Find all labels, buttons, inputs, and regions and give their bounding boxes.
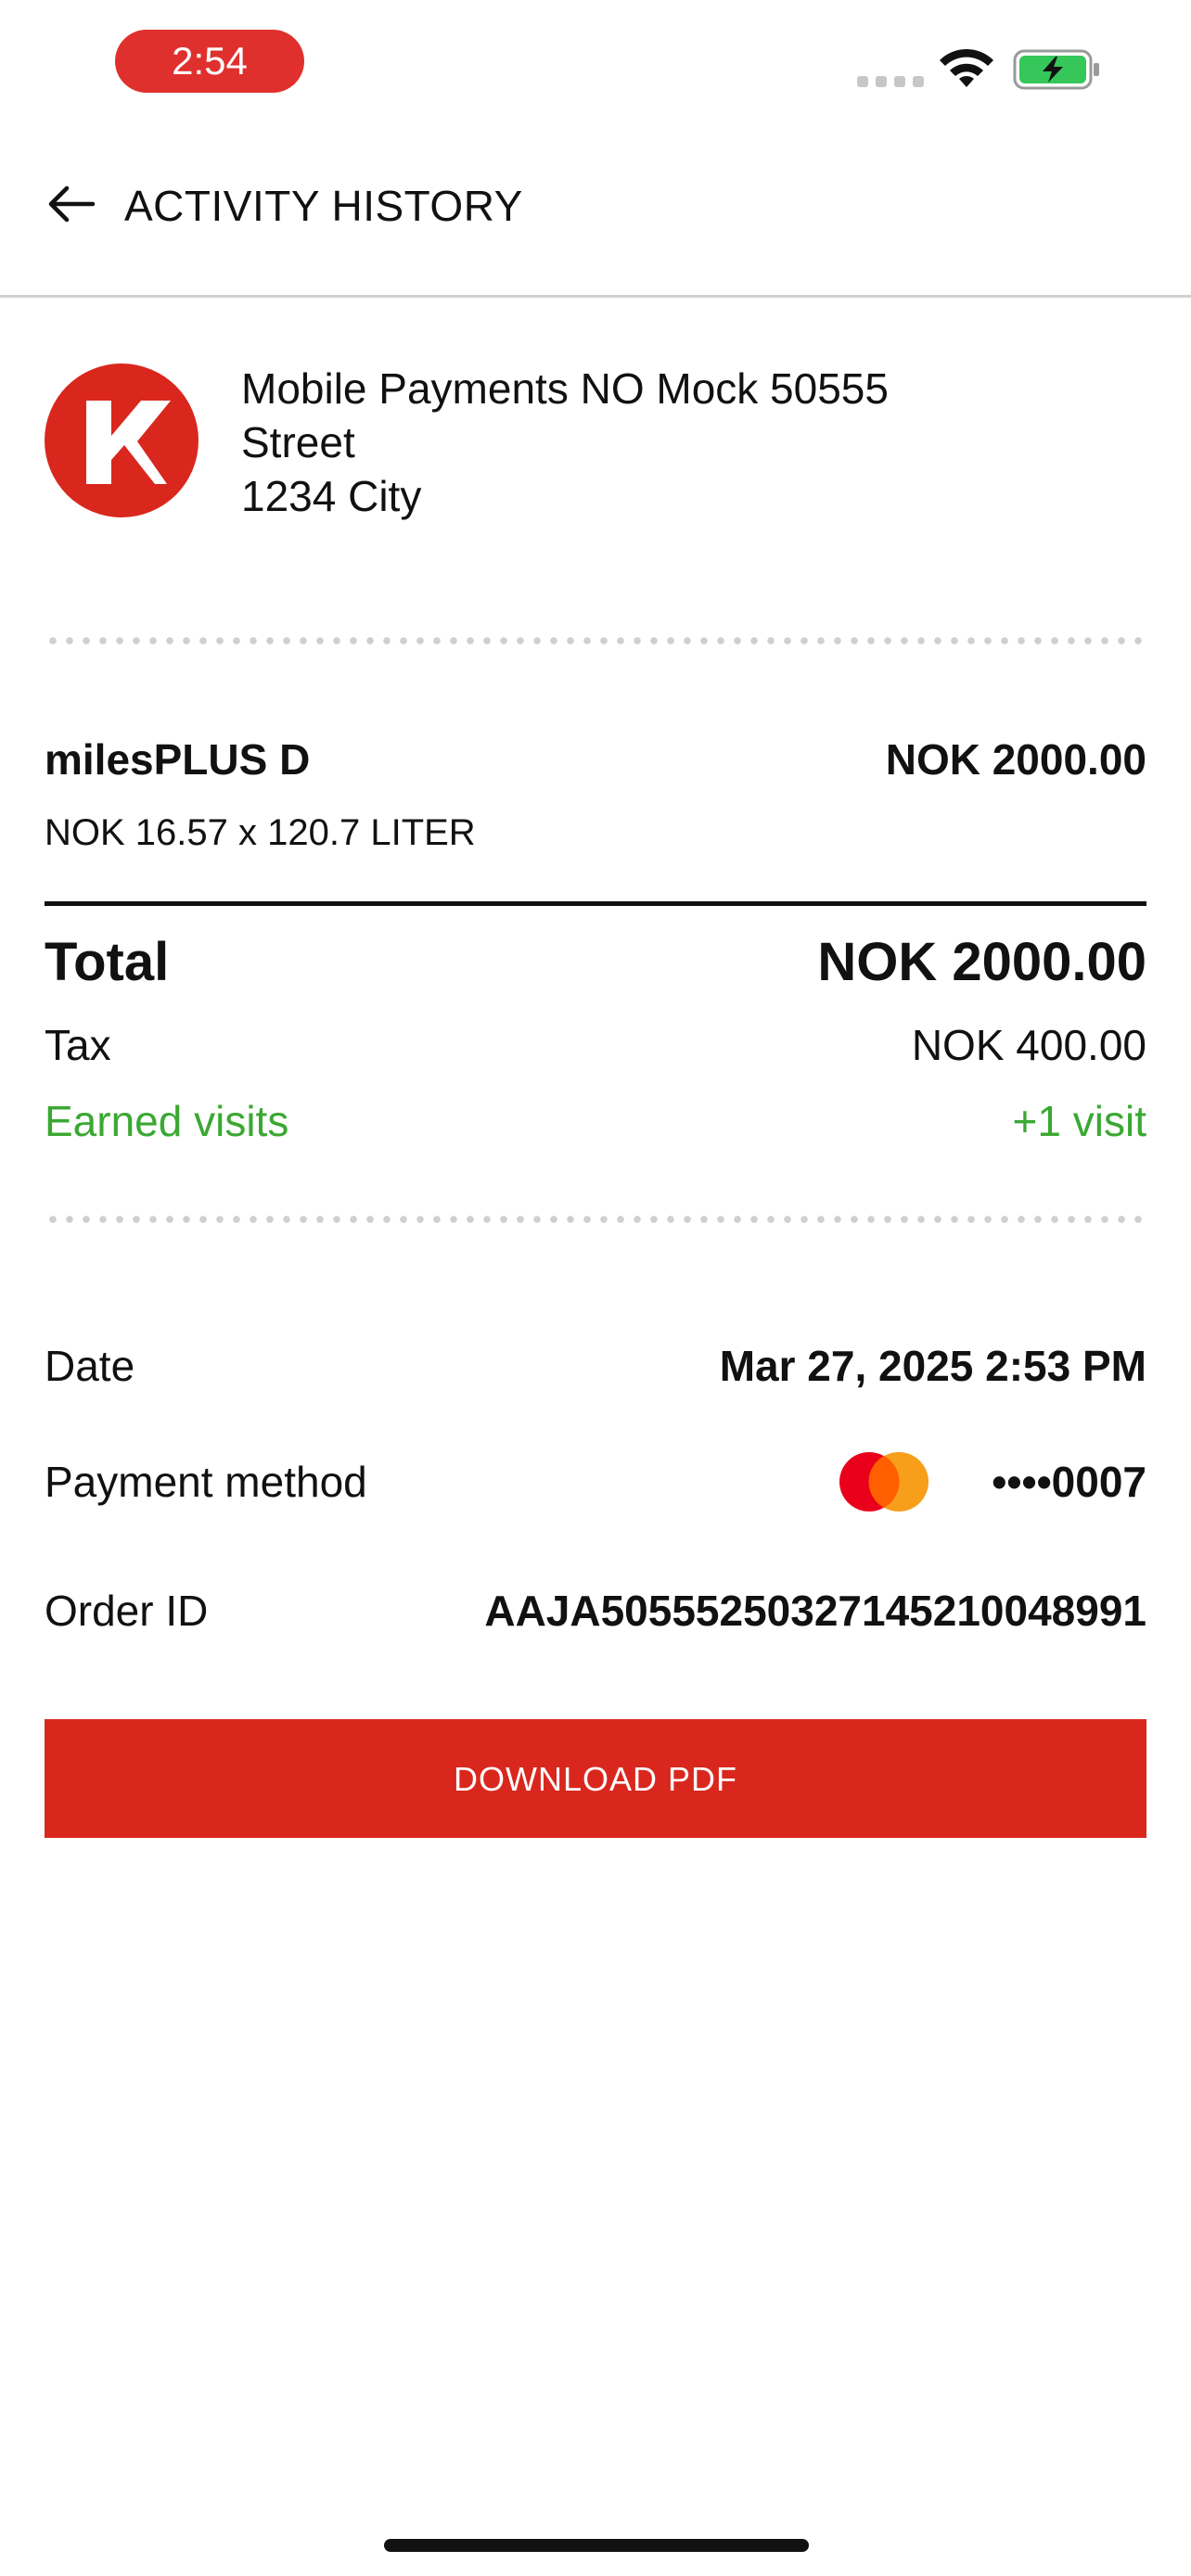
visits-value: +1 visit	[1012, 1097, 1146, 1145]
total-row: Total NOK 2000.00	[45, 931, 1146, 993]
arrow-left-icon[interactable]	[45, 176, 100, 232]
home-indicator[interactable]	[384, 2539, 809, 2552]
order-label: Order ID	[45, 1587, 209, 1635]
status-time: 2:54	[115, 30, 304, 93]
date-value: Mar 27, 2025 2:53 PM	[719, 1342, 1146, 1390]
visits-row: Earned visits +1 visit	[45, 1096, 1146, 1146]
tax-row: Tax NOK 400.00	[45, 1020, 1146, 1070]
line-item-row: milesPLUS D NOK 2000.00	[45, 734, 1146, 784]
circle-k-logo	[45, 363, 198, 517]
station-street: Street	[241, 418, 355, 466]
card-number: ••••0007	[992, 1458, 1146, 1506]
station-city: 1234 City	[241, 472, 422, 520]
download-pdf-button[interactable]: DOWNLOAD PDF	[45, 1719, 1146, 1838]
total-label: Total	[45, 932, 170, 992]
dotted-divider	[45, 636, 1146, 645]
order-id: AAJA505552503271452100489​91	[484, 1587, 1146, 1635]
page-title: ACTIVITY HISTORY	[124, 182, 523, 230]
payment-label: Payment method	[45, 1458, 367, 1506]
dotted-divider	[45, 1215, 1146, 1224]
total-amount: NOK 2000.00	[817, 932, 1146, 992]
mastercard-icon	[839, 1452, 929, 1511]
product-amount: NOK 2000.00	[885, 735, 1146, 784]
station-address: Mobile Payments NO Mock 50555 Street 123…	[241, 362, 889, 523]
order-row: Order ID AAJA505552503271452100489​91	[45, 1586, 1146, 1636]
station-name: Mobile Payments NO Mock 50555	[241, 364, 889, 413]
tax-label: Tax	[45, 1021, 111, 1069]
product-name: milesPLUS D	[45, 735, 311, 784]
date-label: Date	[45, 1342, 135, 1390]
payment-row: Payment method ••••0007	[45, 1452, 1146, 1511]
nav-header: ACTIVITY HISTORY	[0, 130, 1191, 298]
payment-method: ••••0007	[836, 1452, 1146, 1511]
battery-charging-icon	[1013, 49, 1099, 90]
date-row: Date Mar 27, 2025 2:53 PM	[45, 1341, 1146, 1391]
product-detail: NOK 16.57 x 120.7 LITER	[45, 812, 476, 853]
visits-label: Earned visits	[45, 1097, 289, 1145]
status-bar: 2:54	[0, 0, 1191, 130]
total-divider	[45, 901, 1146, 906]
wifi-icon	[940, 48, 993, 87]
signal-dots-icon	[857, 76, 924, 87]
tax-amount: NOK 400.00	[911, 1021, 1146, 1069]
